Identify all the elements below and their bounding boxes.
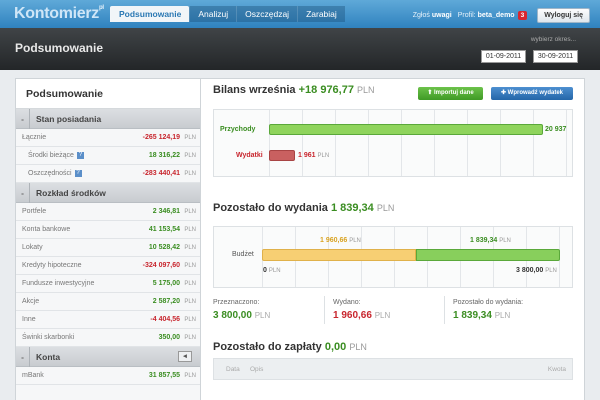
left-label: Pozostało do wydania: <box>453 299 524 306</box>
list-item[interactable]: Lokaty 10 528,42 PLN <box>16 239 200 257</box>
budget-label: Budżet <box>232 251 254 258</box>
list-item[interactable]: mBank 31 857,55 PLN <box>16 367 200 385</box>
tab-podsumowanie[interactable]: Podsumowanie <box>110 6 190 22</box>
period-label: wybierz okres... <box>530 36 576 43</box>
tab-analizuj[interactable]: Analizuj <box>189 6 237 22</box>
import-data-button[interactable]: ⬆ Importuj dane <box>418 87 483 100</box>
remaining-heading: Pozostało do wydania 1 839,34 PLN <box>213 202 395 214</box>
list-item[interactable]: Kredyty hipoteczne -324 097,60 PLN <box>16 257 200 275</box>
allocated-label: Przeznaczono: <box>213 299 260 306</box>
expense-label: Wydatki <box>236 152 263 159</box>
report-link[interactable]: Zgłoś uwagi <box>413 12 452 19</box>
collapse-toggle[interactable]: - <box>16 183 30 203</box>
info-icon[interactable]: ? <box>74 169 82 177</box>
collapse-arrow-icon[interactable]: ◂ <box>178 351 192 362</box>
main-panel: Bilans września +18 976,77 PLN ⬆ Importu… <box>201 78 585 400</box>
date-to-input[interactable]: 30-09-2011 <box>533 50 578 63</box>
tab-zarabiaj[interactable]: Zarabiaj <box>297 6 345 22</box>
list-item[interactable]: Fundusze inwestycyjne 5 175,00 PLN <box>16 275 200 293</box>
top-bar: Kontomierzpl Podsumowanie Analizuj Oszcz… <box>0 0 600 28</box>
expense-bar <box>269 150 295 161</box>
axis-end: 3 800,00 PLN <box>516 267 557 274</box>
page-header: Podsumowanie wybierz okres... 01-09-2011… <box>0 28 600 70</box>
income-bar <box>269 124 543 135</box>
sidebar-title: Podsumowanie <box>16 79 200 109</box>
collapse-toggle[interactable]: - <box>16 347 30 367</box>
income-label: Przychody <box>220 126 256 133</box>
payments-table-header: Data Opis Kwota <box>213 358 573 380</box>
spent-bar <box>262 249 416 261</box>
to-pay-heading: Pozostało do zapłaty 0,00 PLN <box>213 341 367 353</box>
column-date[interactable]: Data <box>226 366 240 373</box>
list-item[interactable]: Portfele 2 346,81 PLN <box>16 203 200 221</box>
income-value: 20 937 <box>545 126 567 133</box>
add-expense-button[interactable]: ✚ Wprowadź wydatek <box>491 87 573 100</box>
sidebar: Podsumowanie - Stan posiadania Łącznie -2… <box>15 78 201 400</box>
list-item[interactable]: Łącznie -265 124,19 PLN <box>16 129 200 147</box>
bilans-chart: Przychody 20 937 Wydatki 1 961 PLN <box>213 109 573 177</box>
axis-start: 0 PLN <box>263 267 281 274</box>
spent-total-value: 1 960,66 PLN <box>333 310 391 321</box>
left-value: 1 839,34 PLN <box>453 310 511 321</box>
remaining-bar <box>416 249 560 261</box>
date-from-input[interactable]: 01-09-2011 <box>481 50 526 63</box>
user-area: Zgłoś uwagi Profil: beta_demo 3 Wyloguj s… <box>413 8 590 23</box>
list-item[interactable]: Akcje 2 587,20 PLN <box>16 293 200 311</box>
expense-value: 1 961 PLN <box>298 152 330 159</box>
list-item[interactable]: Konta bankowe 41 153,54 PLN <box>16 221 200 239</box>
spent-label: Wydano: <box>333 299 361 306</box>
main-nav: Podsumowanie Analizuj Oszczędzaj Zarabia… <box>110 6 345 22</box>
profile-label: Profil: <box>457 12 476 19</box>
notification-badge[interactable]: 3 <box>517 11 528 20</box>
app-logo[interactable]: Kontomierzpl <box>14 5 104 23</box>
section-rozklad-srodkow[interactable]: - Rozkład środków <box>16 183 200 203</box>
column-description[interactable]: Opis <box>250 366 263 373</box>
section-stan-posiadania[interactable]: - Stan posiadania <box>16 109 200 129</box>
spent-value: 1 960,66 PLN <box>320 237 361 244</box>
collapse-toggle[interactable]: - <box>16 109 30 129</box>
bilans-heading: Bilans września +18 976,77 PLN <box>213 84 375 96</box>
logout-button[interactable]: Wyloguj się <box>537 8 590 23</box>
list-item[interactable]: Oszczędności? -283 440,41 PLN <box>16 165 200 183</box>
info-icon[interactable]: ? <box>76 151 84 159</box>
column-amount[interactable]: Kwota <box>548 366 566 373</box>
profile-name[interactable]: beta_demo <box>478 12 515 19</box>
allocated-value: 3 800,00 PLN <box>213 310 271 321</box>
list-item[interactable]: Świnki skarbonki 350,00 PLN <box>16 329 200 347</box>
section-konta[interactable]: - Konta ◂ <box>16 347 200 367</box>
budget-chart: Budżet 1 960,66 PLN 1 839,34 PLN 0 PLN 3… <box>213 226 573 288</box>
tab-oszczedzaj[interactable]: Oszczędzaj <box>236 6 298 22</box>
page-title: Podsumowanie <box>15 41 104 55</box>
list-item[interactable]: Inne -4 404,56 PLN <box>16 311 200 329</box>
list-item[interactable]: Środki bieżące? 18 316,22 PLN <box>16 147 200 165</box>
remaining-value: 1 839,34 PLN <box>470 237 511 244</box>
